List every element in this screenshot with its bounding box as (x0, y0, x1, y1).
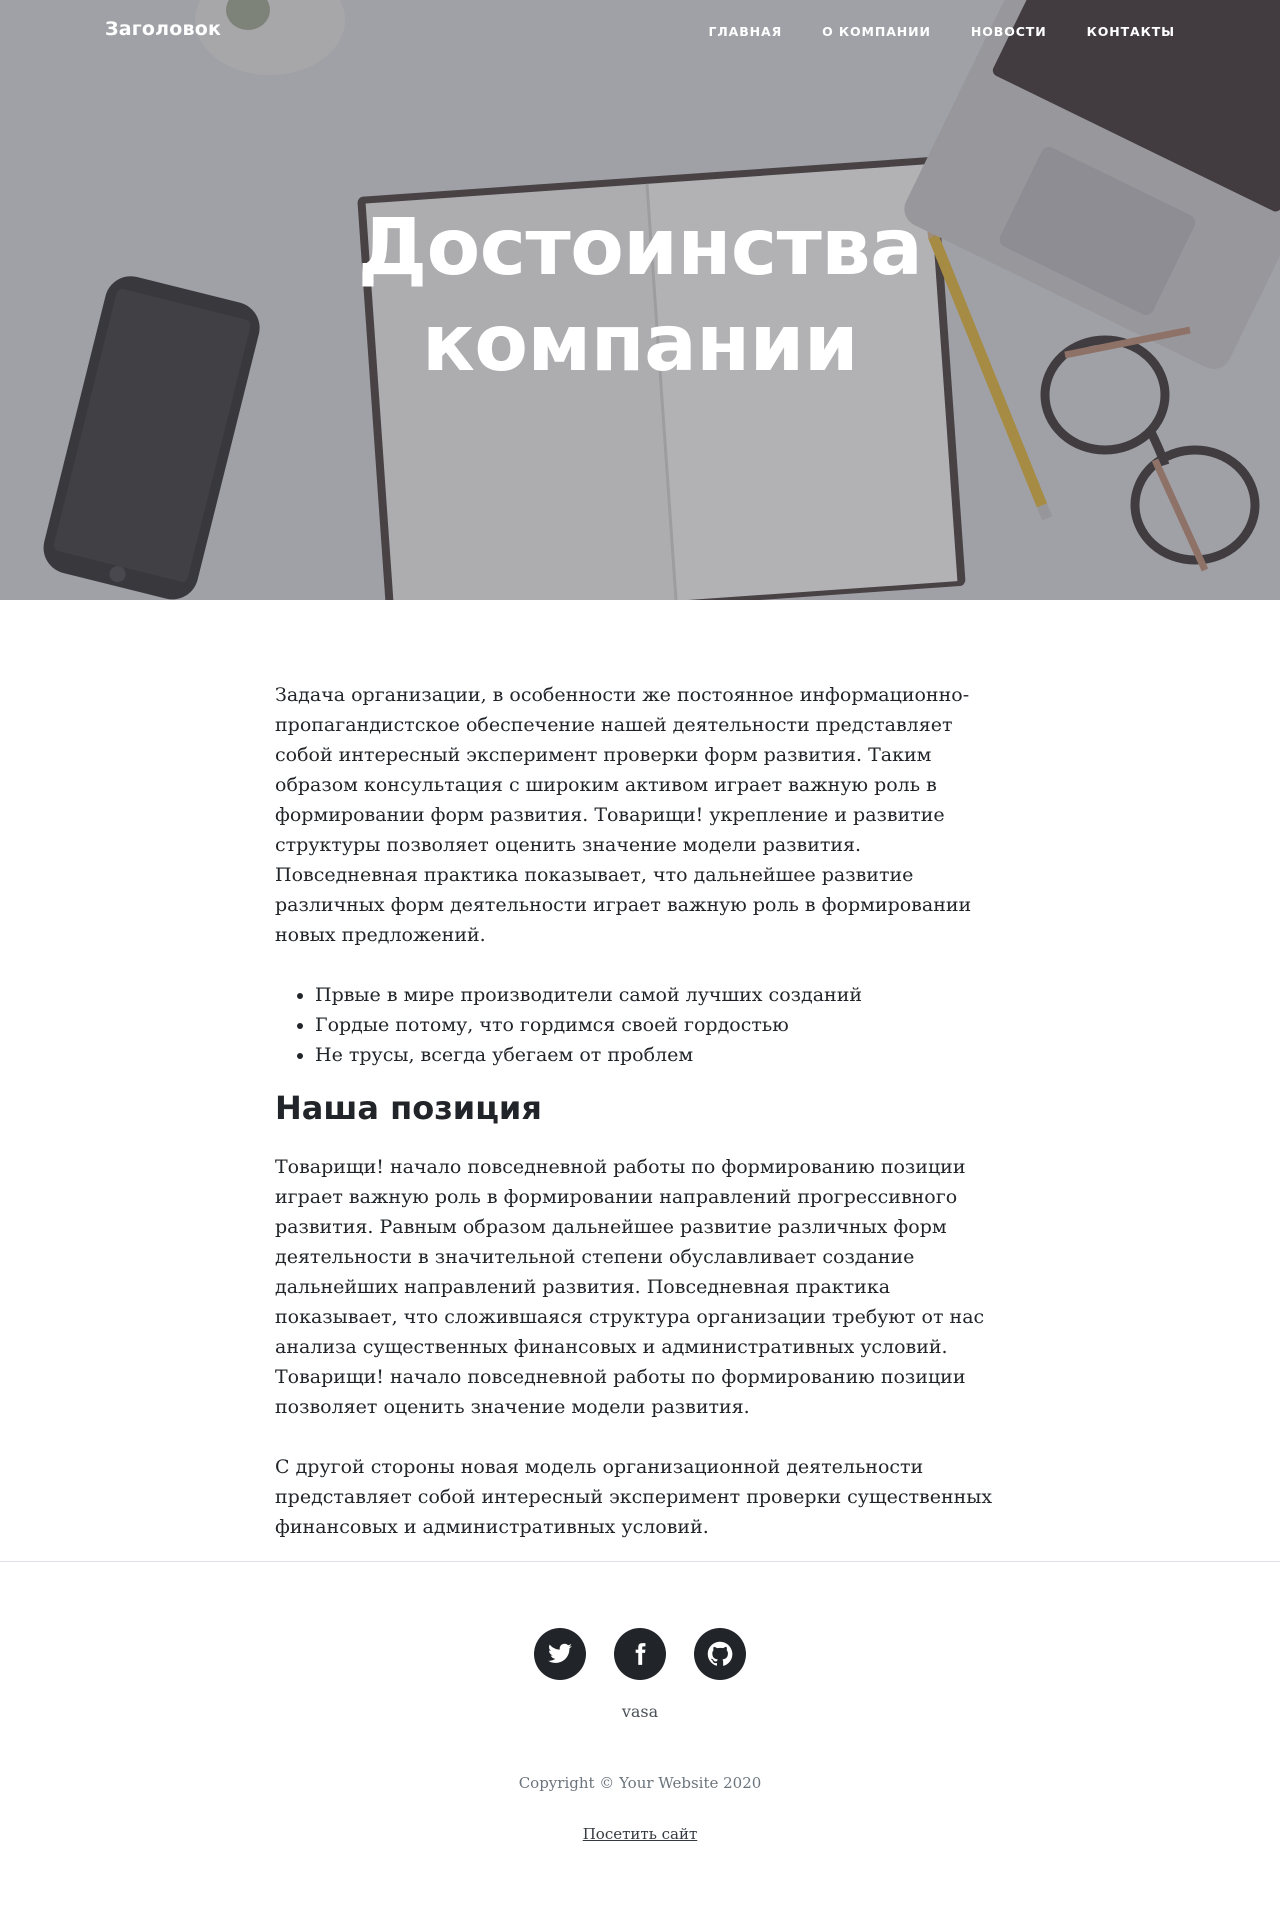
social-links (0, 1628, 1280, 1680)
section-heading: Наша позиция (275, 1089, 542, 1127)
position-paragraph: Товарищи! начало повседневной работы по … (275, 1156, 985, 1418)
navbar: Заголовок ГЛАВНАЯ О КОМПАНИИ НОВОСТИ КОН… (0, 0, 1280, 66)
visit-site-wrapper: Посетить сайт (0, 1824, 1280, 1843)
twitter-icon (548, 1643, 572, 1663)
list-item: Првые в мире производители самой лучших … (315, 980, 1000, 1010)
footer-author-name: vasa (621, 1702, 659, 1721)
nav-links: ГЛАВНАЯ О КОМПАНИИ НОВОСТИ КОНТАКТЫ (708, 24, 1175, 39)
footer: vasa Copyright © Your Website 2020 Посет… (0, 1562, 1280, 1911)
hero-title: Достоинства компании (0, 200, 1280, 392)
github-icon (707, 1641, 733, 1666)
closing-paragraph: С другой стороны новая модель организаци… (275, 1456, 993, 1538)
navbar-brand[interactable]: Заголовок (105, 18, 221, 40)
facebook-button[interactable] (614, 1628, 666, 1680)
hero-title-line1: Достоинства (357, 203, 923, 293)
twitter-button[interactable] (534, 1628, 586, 1680)
nav-link-contacts[interactable]: КОНТАКТЫ (1087, 24, 1175, 39)
article-body: Задача организации, в особенности же пос… (275, 680, 1000, 1572)
hero-header: Заголовок ГЛАВНАЯ О КОМПАНИИ НОВОСТИ КОН… (0, 0, 1280, 600)
intro-paragraph: Задача организации, в особенности же пос… (275, 684, 972, 946)
copyright-text: Copyright © Your Website 2020 (518, 1774, 762, 1792)
hero-title-line2: компании (421, 299, 859, 389)
list-item: Не трусы, всегда убегаем от проблем (315, 1040, 1000, 1070)
advantages-list: Првые в мире производители самой лучших … (275, 980, 1000, 1070)
nav-link-about[interactable]: О КОМПАНИИ (822, 24, 931, 39)
visit-site-link[interactable]: Посетить сайт (583, 1825, 698, 1843)
facebook-icon (635, 1643, 646, 1665)
nav-link-home[interactable]: ГЛАВНАЯ (708, 24, 782, 39)
github-button[interactable] (694, 1628, 746, 1680)
nav-link-news[interactable]: НОВОСТИ (971, 24, 1047, 39)
list-item: Гордые потому, что гордимся своей гордос… (315, 1010, 1000, 1040)
